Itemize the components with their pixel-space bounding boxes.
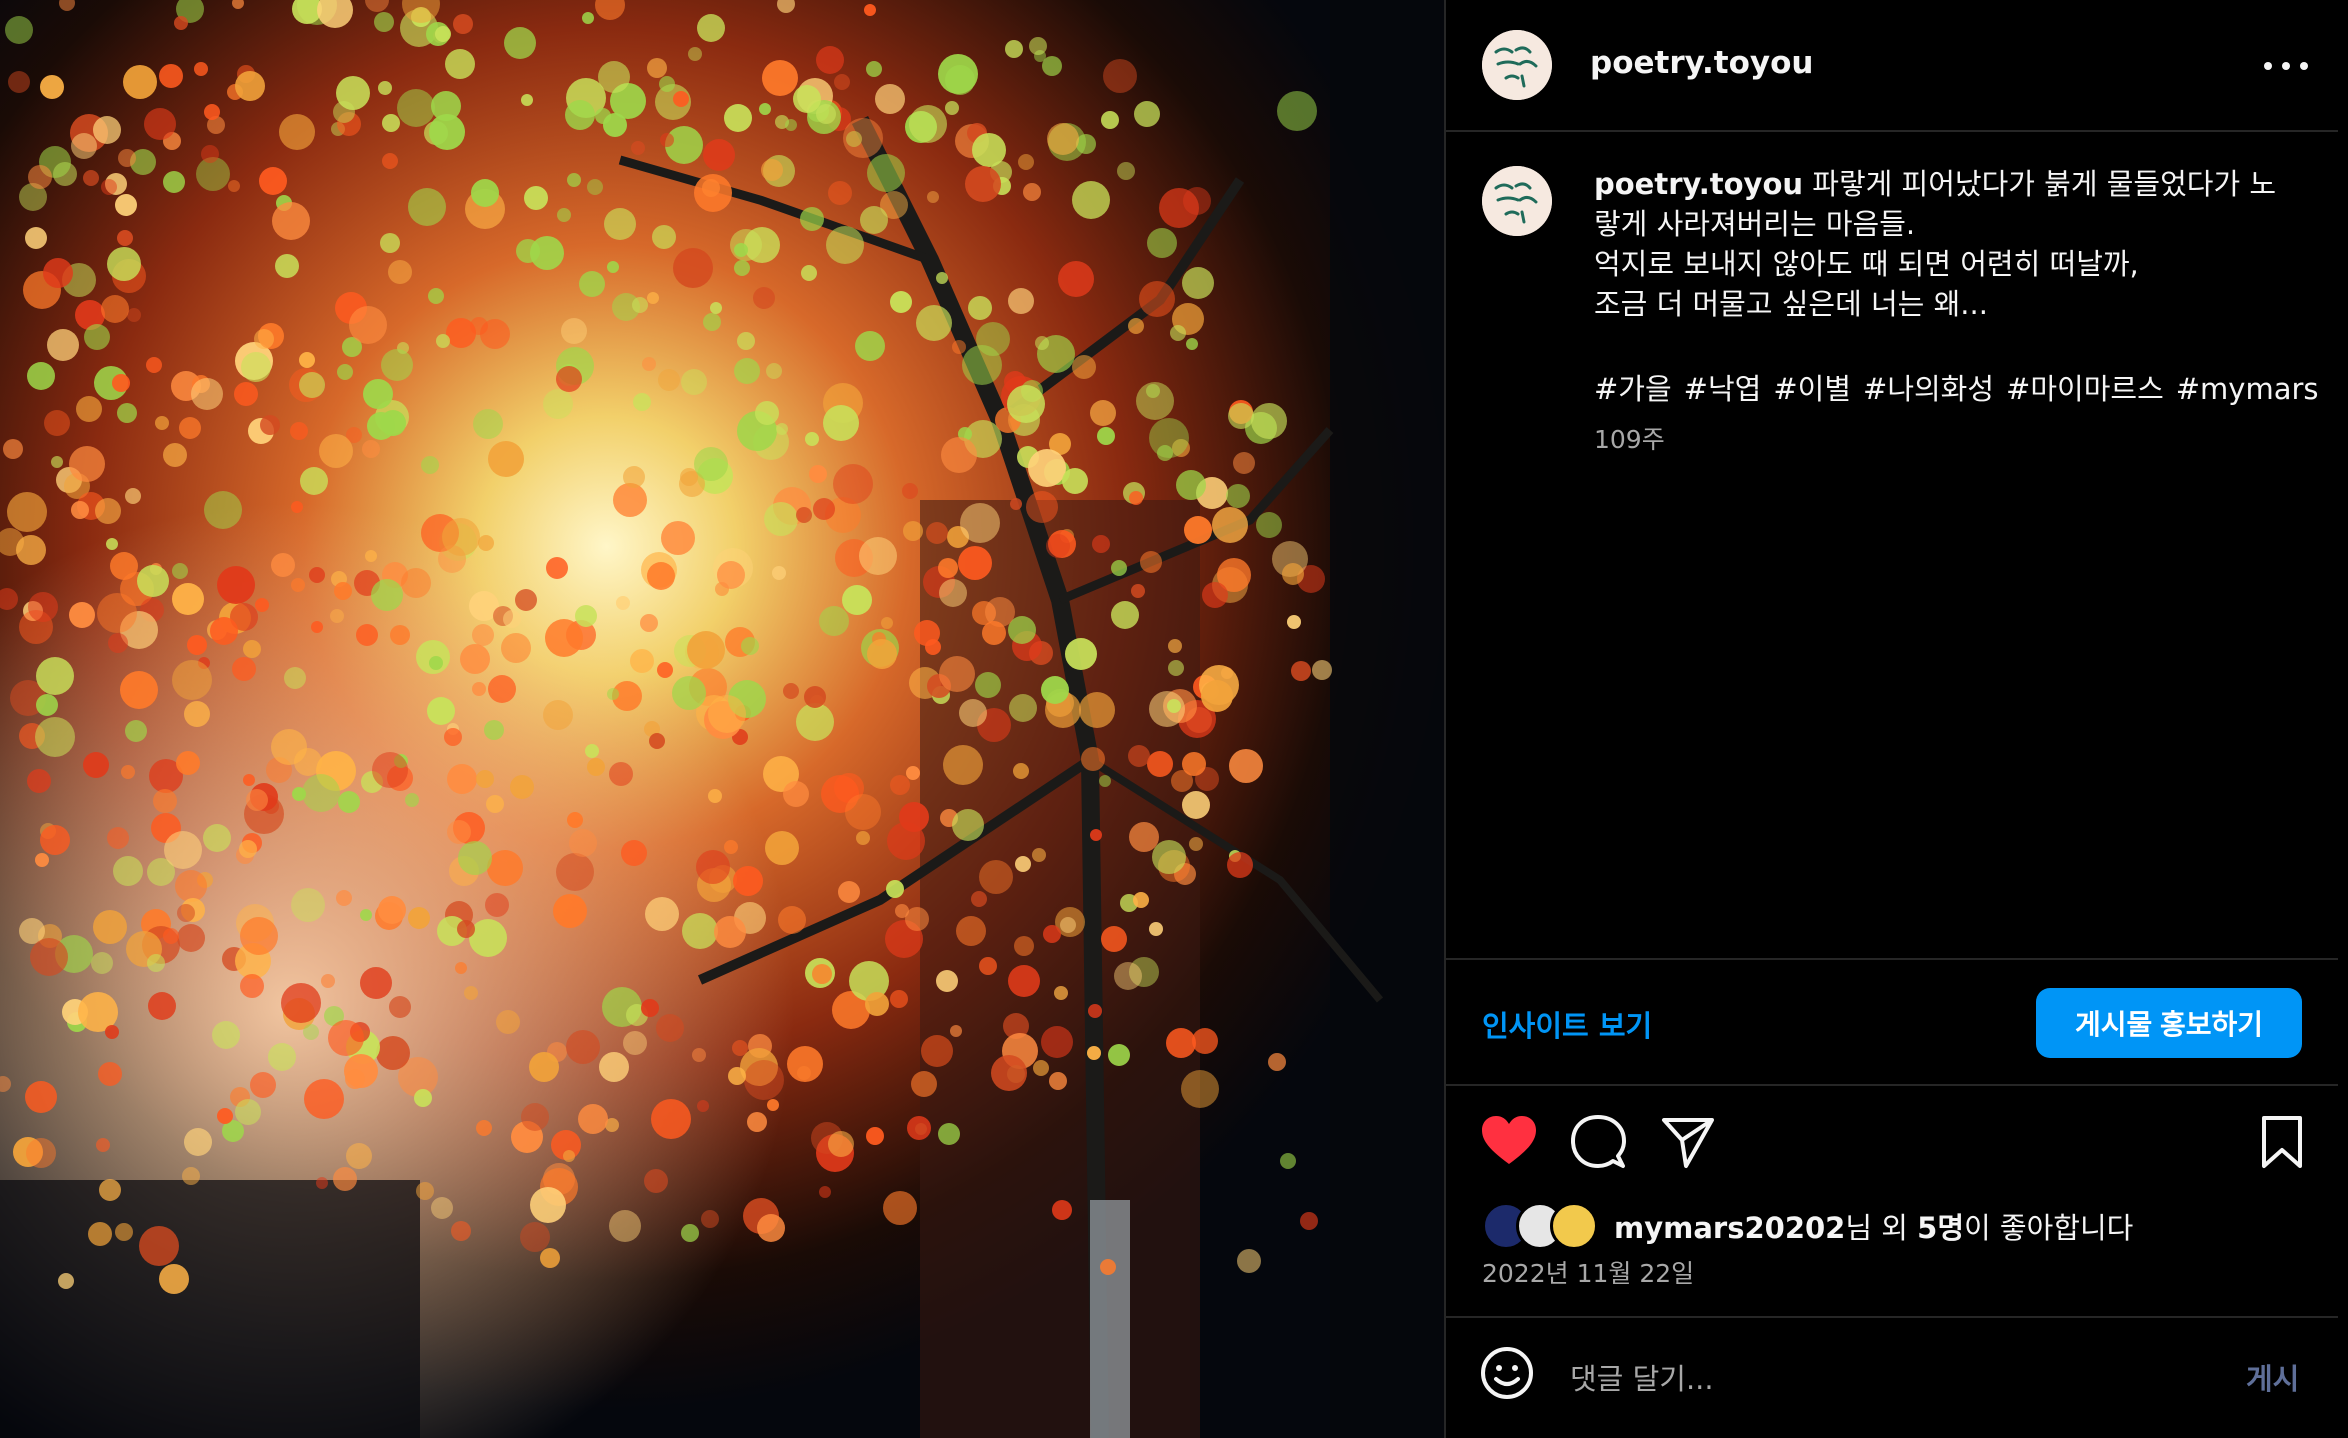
promote-post-button[interactable]: 게시물 홍보하기 (2036, 988, 2302, 1058)
comment-icon[interactable] (1570, 1114, 1626, 1170)
caption-line-4: 조금 더 머물고 싶은데 너는 왜... (1594, 287, 1988, 321)
hashtag-link[interactable]: #mymars (2176, 372, 2319, 406)
bookmark-icon[interactable] (2258, 1114, 2306, 1170)
post-header: poetry.toyou (1446, 0, 2338, 132)
hashtag-link[interactable]: #가을 (1594, 372, 1672, 406)
header-username[interactable]: poetry.toyou (1590, 45, 1813, 81)
autumn-maple-tree-image (0, 0, 1444, 1438)
caption-line-2: 랗게 사라져버리는 마음들. (1594, 207, 1916, 241)
divider (1446, 958, 2338, 960)
likes-summary[interactable]: mymars20202님 외 5명이 좋아합니다 (1482, 1202, 2133, 1250)
caption-line-3: 억지로 보내지 않아도 때 되면 어련히 떠날까, (1594, 247, 2139, 281)
comment-input[interactable]: 댓글 달기... (1570, 1356, 1714, 1398)
caption-username[interactable]: poetry.toyou (1594, 167, 1803, 201)
divider (1446, 1084, 2338, 1086)
post-date: 2022년 11월 22일 (1482, 1259, 1695, 1288)
emoji-icon[interactable] (1480, 1346, 1534, 1400)
hashtags: #가을 #낙엽 #이별 #나의화성 #마이마르스 #mymars (1594, 366, 2331, 408)
post-age: 109주 (1594, 425, 1665, 454)
paper-plane-icon[interactable] (1660, 1114, 1716, 1170)
liker-avatar (1550, 1202, 1598, 1250)
likes-text: mymars20202님 외 5명이 좋아합니다 (1614, 1205, 2133, 1247)
likes-connector: 님 외 (1845, 1211, 1918, 1245)
more-options-icon[interactable] (2256, 44, 2316, 84)
hashtag-link[interactable]: #이별 (1773, 372, 1851, 406)
caption-avatar[interactable] (1482, 166, 1552, 236)
hashtag-link[interactable]: #낙엽 (1684, 372, 1762, 406)
poetry-logo-icon (1482, 30, 1552, 100)
liked-others-count[interactable]: 5명 (1917, 1211, 1964, 1245)
divider (1446, 1316, 2338, 1318)
liked-by-username[interactable]: mymars20202 (1614, 1211, 1845, 1245)
post-caption: poetry.toyou 파랗게 피어났다가 붉게 물들었다가 노 랗게 사라져… (1594, 164, 2294, 324)
post-photo (0, 0, 1444, 1438)
hashtag-link[interactable]: #나의화성 (1863, 372, 1994, 406)
view-insights-link[interactable]: 인사이트 보기 (1482, 1003, 1652, 1045)
post-detail-panel: poetry.toyou poetry.toyou 파랗게 피어났다가 붉게 물… (1444, 0, 2348, 1438)
post-comment-button[interactable]: 게시 (2246, 1356, 2299, 1398)
caption-line-1: 파랗게 피어났다가 붉게 물들었다가 노 (1812, 167, 2277, 201)
heart-filled-icon[interactable] (1480, 1114, 1538, 1168)
hashtag-link[interactable]: #마이마르스 (2006, 372, 2164, 406)
poetry-logo-icon (1482, 166, 1552, 236)
profile-avatar[interactable] (1482, 30, 1552, 100)
likes-suffix: 이 좋아합니다 (1964, 1211, 2134, 1245)
